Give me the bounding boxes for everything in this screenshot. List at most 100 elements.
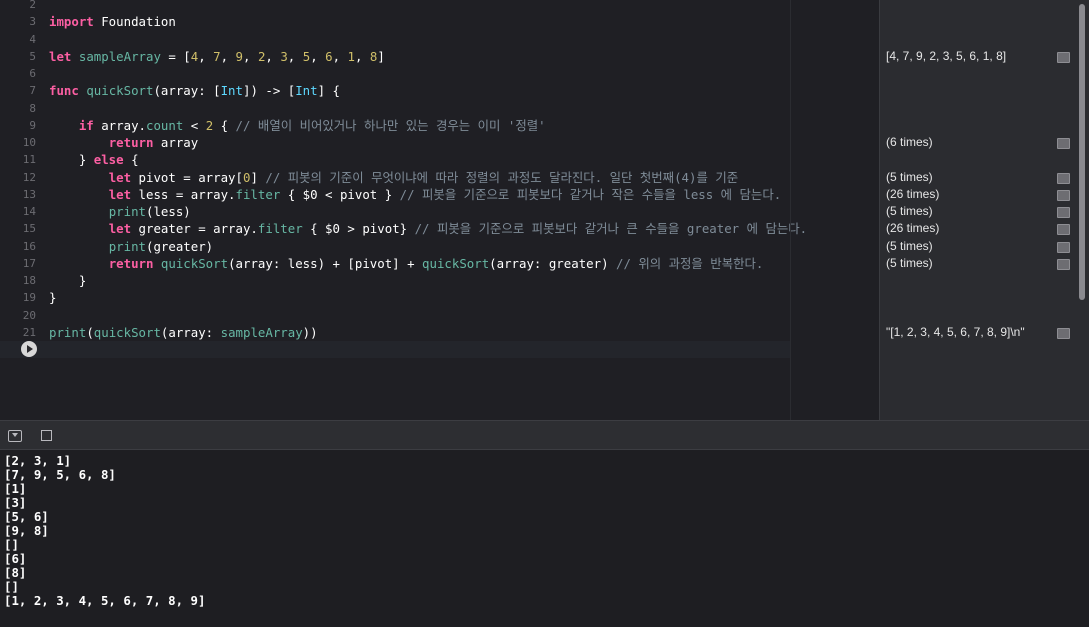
code-token: = [: [160, 49, 191, 64]
code-token: ,: [243, 49, 258, 64]
code-line[interactable]: 4: [0, 31, 790, 48]
code-text: } else {: [49, 151, 139, 168]
code-token: quickSort: [160, 256, 229, 271]
code-token: 6: [325, 49, 333, 64]
code-line[interactable]: 9 if array.count < 2 { // 배열이 비어있거나 하나만 …: [0, 117, 790, 134]
code-token: let: [108, 221, 132, 236]
code-text: print(quickSort(array: sampleArray)): [49, 324, 318, 341]
run-playground-button[interactable]: [21, 341, 37, 357]
code-token: return: [108, 256, 154, 271]
result-value: (5 times): [886, 204, 933, 218]
code-token: // 피봇을 기준으로 피봇보다 같거나 큰 수들을 greater 에 담는다…: [414, 221, 808, 236]
code-token: filter: [257, 221, 303, 236]
console-line: [9, 8]: [4, 523, 49, 538]
code-line[interactable]: 12 let pivot = array[0] // 피봇의 기준이 무엇이냐에…: [0, 169, 790, 186]
code-token: (array:: [160, 325, 221, 340]
code-text: let sampleArray = [4, 7, 9, 2, 3, 5, 6, …: [49, 48, 385, 65]
code-line[interactable]: 10 return array: [0, 134, 790, 151]
code-line[interactable]: 11 } else {: [0, 151, 790, 168]
code-line[interactable]: 18 }: [0, 272, 790, 289]
code-token: }: [49, 290, 57, 305]
code-token: quickSort: [86, 83, 154, 98]
line-number: 5: [29, 50, 36, 63]
scrollbar-thumb[interactable]: [1079, 4, 1085, 300]
code-line[interactable]: 21 print(quickSort(array: sampleArray)): [0, 324, 790, 341]
code-line[interactable]: 8: [0, 100, 790, 117]
code-line[interactable]: 15 let greater = array.filter { $0 > piv…: [0, 220, 807, 237]
hide-console-button[interactable]: [8, 430, 22, 442]
code-text: if array.count < 2 { // 배열이 비어있거나 하나만 있는…: [49, 117, 546, 134]
quick-look-icon[interactable]: [1057, 52, 1070, 63]
quick-look-icon[interactable]: [1057, 190, 1070, 201]
console-output[interactable]: [2, 3, 1] [7, 9, 5, 6, 8] [1] [3] [5, 6] [9, …: [0, 450, 1089, 627]
code-text: func quickSort(array: [Int]) -> [Int] {: [49, 82, 340, 99]
quick-look-icon[interactable]: [1057, 259, 1070, 270]
code-line[interactable]: 6: [0, 65, 790, 82]
editor-divider: [790, 0, 791, 420]
code-line[interactable]: 5 let sampleArray = [4, 7, 9, 2, 3, 5, 6,…: [0, 48, 790, 65]
result-value: (5 times): [886, 170, 933, 184]
code-token: {: [213, 118, 236, 133]
code-line[interactable]: 3 import Foundation: [0, 13, 790, 30]
line-number: 17: [22, 257, 36, 270]
code-line[interactable]: 16 print(greater): [0, 238, 790, 255]
line-number: 12: [22, 171, 36, 184]
code-token: array.: [93, 118, 146, 133]
code-line[interactable]: 7 func quickSort(array: [Int]) -> [Int] {: [0, 82, 790, 99]
code-token: import: [49, 14, 94, 29]
console-line: []: [4, 579, 19, 594]
quick-look-icon[interactable]: [1057, 207, 1070, 218]
code-token: }: [49, 273, 87, 288]
playground-editor[interactable]: 2 3 import Foundation 4 5 let sampleArray = […: [0, 0, 1089, 420]
code-token: let: [108, 187, 132, 202]
code-token: (array: [: [153, 83, 221, 98]
code-token: (array: greater): [489, 256, 616, 271]
console-line: [8]: [4, 565, 27, 580]
code-token: Int: [220, 83, 243, 98]
code-token: // 피봇의 기준이 무엇이냐에 따라 정렬의 과정도 달라진다. 일단 첫번째…: [265, 170, 739, 185]
code-text: let pivot = array[0] // 피봇의 기준이 무엇이냐에 따라…: [49, 169, 738, 186]
editor-scrollbar[interactable]: [1077, 0, 1087, 420]
code-token: (array: less) + [pivot] +: [228, 256, 423, 271]
code-line[interactable]: 20: [0, 307, 790, 324]
code-token: count: [145, 118, 184, 133]
code-token: ]: [250, 170, 266, 185]
quick-look-icon[interactable]: [1057, 328, 1070, 339]
console-line: [1, 2, 3, 4, 5, 6, 7, 8, 9]: [4, 593, 206, 608]
result-value: [4, 7, 9, 2, 3, 5, 6, 1, 8]: [886, 49, 1007, 63]
code-token: Int: [295, 83, 318, 98]
code-token: // 피봇을 기준으로 피봇보다 같거나 작은 수들을 less 에 담는다.: [399, 187, 782, 202]
code-token: less = array.: [131, 187, 236, 202]
quick-look-icon[interactable]: [1057, 242, 1070, 253]
line-number: 18: [22, 274, 36, 287]
code-line[interactable]: 19}: [0, 289, 790, 306]
code-token: )): [302, 325, 318, 340]
code-token: // 배열이 비어있거나 하나만 있는 경우는 이미 '정렬': [235, 118, 546, 133]
console-line: []: [4, 537, 19, 552]
code-text: print(less): [49, 203, 191, 220]
code-line[interactable]: 17 return quickSort(array: less) + [pivo…: [0, 255, 790, 272]
result-value: (6 times): [886, 135, 933, 149]
quick-look-icon[interactable]: [1057, 138, 1070, 149]
code-area[interactable]: 2 3 import Foundation 4 5 let sampleArray = […: [0, 0, 807, 420]
code-token: quickSort: [422, 256, 490, 271]
code-text: return array: [49, 134, 199, 151]
code-line[interactable]: 2: [0, 0, 790, 13]
line-number: 2: [29, 0, 36, 11]
code-text: import Foundation: [49, 13, 176, 30]
code-line[interactable]: 14 print(less): [0, 203, 790, 220]
quick-look-icon[interactable]: [1057, 224, 1070, 235]
line-number: 20: [22, 309, 36, 322]
code-line[interactable]: 13 let less = array.filter { $0 < pivot …: [0, 186, 790, 203]
code-token: if: [78, 118, 94, 133]
line-number: 7: [29, 84, 36, 97]
quick-look-icon[interactable]: [1057, 173, 1070, 184]
play-icon: [27, 345, 33, 353]
clear-console-button[interactable]: [41, 430, 52, 441]
result-value: (26 times): [886, 221, 940, 235]
code-token: Foundation: [93, 14, 176, 29]
result-value: (5 times): [886, 239, 933, 253]
code-token: print: [108, 204, 146, 219]
hide-console-icon: [12, 433, 18, 437]
